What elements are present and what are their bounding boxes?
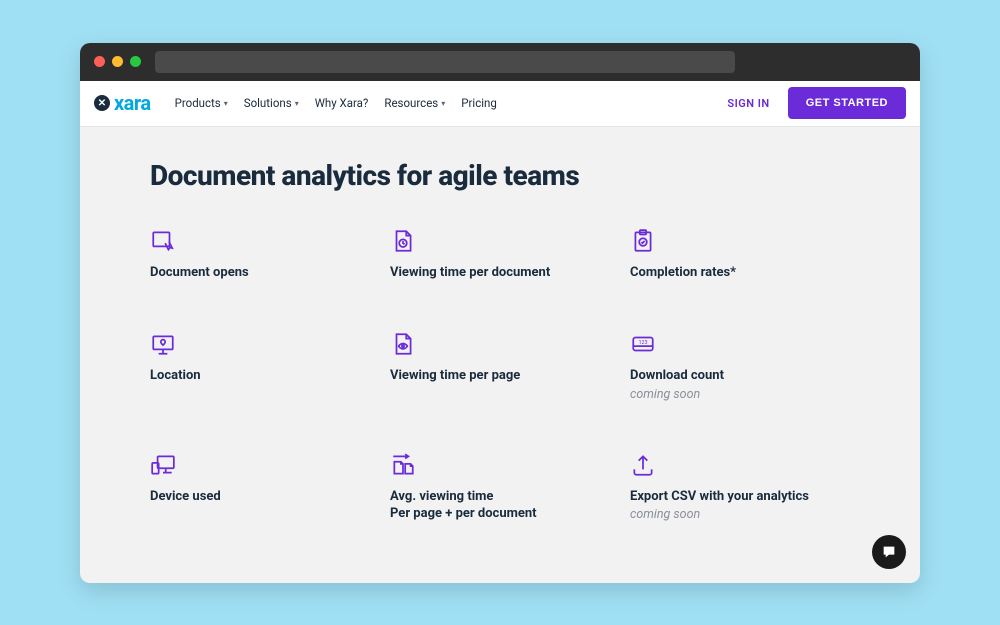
logo-mark-icon: ✕	[94, 95, 110, 111]
document-click-icon	[150, 228, 176, 254]
nav-products[interactable]: Products ▾	[175, 96, 228, 110]
feature-title: Viewing time per page	[390, 367, 610, 385]
feature-title: Device used	[150, 488, 370, 506]
logo-text: xara	[114, 91, 151, 115]
feature-title: Completion rates*	[630, 264, 850, 282]
feature-title: Location	[150, 367, 370, 385]
location-monitor-icon	[150, 331, 176, 357]
nav-label: Why Xara?	[315, 96, 369, 110]
content: Document analytics for agile teams Docum…	[80, 127, 920, 543]
file-eye-icon	[390, 331, 416, 357]
feature-title: Avg. viewing time	[390, 488, 610, 506]
devices-icon	[150, 452, 176, 478]
feature-title: Document opens	[150, 264, 370, 282]
feature-viewing-time-page: Viewing time per page	[390, 331, 610, 402]
feature-note: coming soon	[630, 387, 850, 402]
chat-icon	[881, 544, 897, 560]
feature-document-opens: Document opens	[150, 228, 370, 282]
feature-download-count: 123 Download count coming soon	[630, 331, 850, 402]
nav-why-xara[interactable]: Why Xara?	[315, 96, 369, 110]
feature-viewing-time-document: Viewing time per document	[390, 228, 610, 282]
features-grid: Document opens Viewing time per document…	[150, 228, 850, 523]
documents-arrow-icon	[390, 452, 416, 478]
feature-location: Location	[150, 331, 370, 402]
minimize-window-button[interactable]	[112, 56, 123, 67]
browser-chrome	[80, 43, 920, 81]
feature-export-csv: Export CSV with your analytics coming so…	[630, 452, 850, 523]
nav-label: Pricing	[461, 96, 497, 110]
get-started-button[interactable]: GET STARTED	[788, 87, 906, 119]
counter-icon: 123	[630, 331, 656, 357]
chat-widget-button[interactable]	[872, 535, 906, 569]
nav-label: Solutions	[244, 96, 292, 110]
file-clock-icon	[390, 228, 416, 254]
feature-device-used: Device used	[150, 452, 370, 523]
feature-avg-viewing-time: Avg. viewing time Per page + per documen…	[390, 452, 610, 523]
traffic-lights	[94, 56, 141, 67]
maximize-window-button[interactable]	[130, 56, 141, 67]
feature-completion-rates: Completion rates*	[630, 228, 850, 282]
nav-resources[interactable]: Resources ▾	[384, 96, 445, 110]
feature-title: Export CSV with your analytics	[630, 488, 850, 506]
nav-links: Products ▾ Solutions ▾ Why Xara? Resourc…	[175, 96, 497, 110]
nav-solutions[interactable]: Solutions ▾	[244, 96, 299, 110]
nav-pricing[interactable]: Pricing	[461, 96, 497, 110]
chevron-down-icon: ▾	[224, 99, 228, 108]
chevron-down-icon: ▾	[295, 99, 299, 108]
clipboard-check-icon	[630, 228, 656, 254]
nav-right: SIGN IN GET STARTED	[727, 87, 906, 119]
upload-icon	[630, 452, 656, 478]
nav-label: Resources	[384, 96, 438, 110]
page-nav: ✕ xara Products ▾ Solutions ▾ Why Xara? …	[80, 81, 920, 127]
nav-label: Products	[175, 96, 221, 110]
signin-link[interactable]: SIGN IN	[727, 97, 769, 110]
feature-title: Download count	[630, 367, 850, 385]
url-bar[interactable]	[155, 51, 735, 73]
feature-subtitle: Per page + per document	[390, 505, 610, 523]
feature-note: coming soon	[630, 507, 850, 522]
logo[interactable]: ✕ xara	[94, 91, 151, 115]
close-window-button[interactable]	[94, 56, 105, 67]
page-title: Document analytics for agile teams	[150, 159, 850, 192]
feature-title: Viewing time per document	[390, 264, 610, 282]
svg-text:123: 123	[638, 340, 647, 346]
browser-window: ✕ xara Products ▾ Solutions ▾ Why Xara? …	[80, 43, 920, 583]
chevron-down-icon: ▾	[441, 99, 445, 108]
